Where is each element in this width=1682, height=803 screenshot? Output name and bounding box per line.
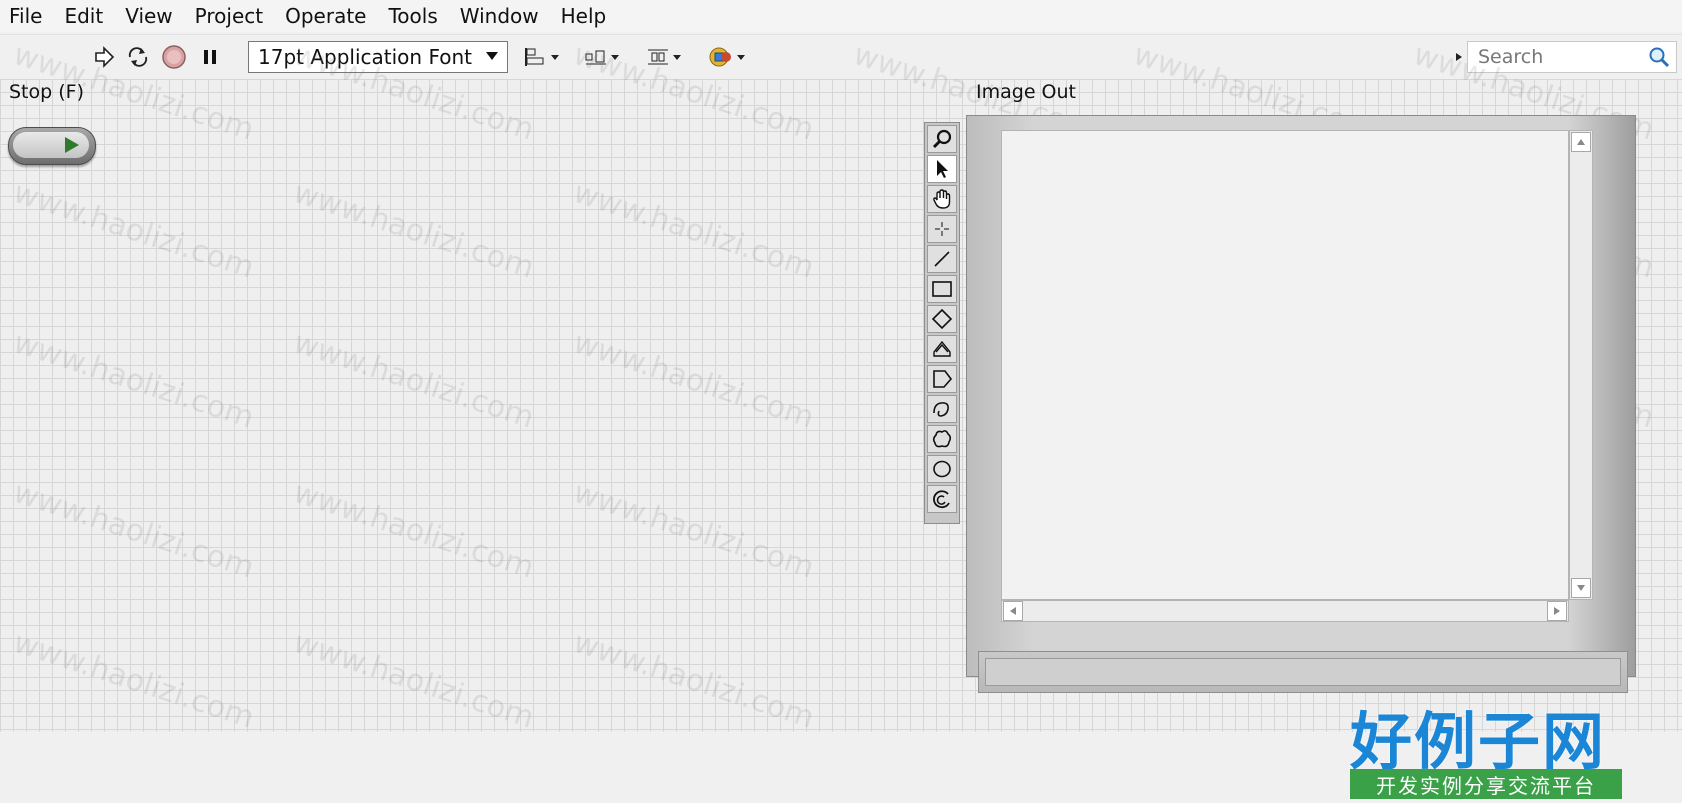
menu-window[interactable]: Window	[449, 0, 550, 32]
watermark-text: www.haolizi.com	[9, 325, 259, 436]
search-field[interactable]	[1467, 41, 1677, 73]
watermark-text: www.haolizi.com	[289, 475, 539, 586]
watermark-text: www.haolizi.com	[289, 325, 539, 436]
watermark-brand: 好例子网	[1350, 705, 1607, 778]
vertical-scrollbar[interactable]	[1569, 130, 1593, 600]
scroll-right-icon[interactable]	[1547, 601, 1567, 621]
scroll-up-icon[interactable]	[1571, 132, 1591, 152]
chevron-down-icon	[486, 52, 498, 60]
menu-tools[interactable]: Tools	[377, 0, 448, 32]
abort-execution-icon[interactable]	[160, 43, 188, 71]
image-tools-palette	[924, 122, 960, 524]
run-continuously-icon[interactable]	[124, 43, 152, 71]
watermark-text: www.haolizi.com	[569, 475, 819, 586]
distribute-objects-icon[interactable]	[582, 43, 626, 71]
line-icon[interactable]	[927, 245, 957, 273]
stop-label: Stop (F)	[9, 81, 84, 103]
front-panel-canvas: www.haolizi.com www.haolizi.com www.haol…	[0, 37, 1682, 799]
freehand-line-icon[interactable]	[927, 395, 957, 423]
freehand-region-icon[interactable]	[927, 425, 957, 453]
watermark-text: www.haolizi.com	[289, 175, 539, 286]
run-arrow-icon[interactable]	[90, 43, 118, 71]
pan-hand-icon[interactable]	[927, 185, 957, 213]
font-select[interactable]: 17pt Application Font	[248, 41, 508, 73]
oval-icon[interactable]	[927, 455, 957, 483]
watermark-text: www.haolizi.com	[569, 325, 819, 436]
watermark-slogan: 开发实例分享交流平台	[1350, 769, 1622, 799]
stop-button[interactable]	[8, 127, 96, 165]
image-display	[966, 115, 1636, 677]
image-info-bar	[978, 651, 1628, 693]
scroll-left-icon[interactable]	[1003, 601, 1023, 621]
menu-view[interactable]: View	[114, 0, 183, 32]
horizontal-scrollbar[interactable]	[1001, 600, 1569, 622]
image-display-area[interactable]	[1001, 130, 1569, 600]
watermark-text: www.haolizi.com	[569, 175, 819, 286]
rotated-rectangle-icon[interactable]	[927, 305, 957, 333]
search-input[interactable]	[1476, 42, 1650, 72]
menu-file[interactable]: File	[0, 0, 53, 32]
font-select-value: 17pt Application Font	[258, 45, 472, 69]
align-objects-icon[interactable]	[522, 43, 566, 71]
search-icon[interactable]	[1648, 46, 1670, 73]
image-out-label: Image Out	[976, 81, 1076, 103]
rectangle-icon[interactable]	[927, 275, 957, 303]
zoom-icon[interactable]	[927, 125, 957, 153]
menu-help[interactable]: Help	[550, 0, 618, 32]
reorder-icon[interactable]	[706, 43, 752, 71]
scroll-down-icon[interactable]	[1571, 578, 1591, 598]
watermark-logo: 好例子网 开发实例分享交流平台	[1346, 691, 1626, 803]
menu-edit[interactable]: Edit	[53, 0, 114, 32]
pointer-icon[interactable]	[927, 155, 957, 183]
polygon-icon[interactable]	[927, 365, 957, 393]
annulus-arc-icon[interactable]	[927, 485, 957, 513]
crosshair-point-icon[interactable]	[927, 215, 957, 243]
menu-bar: File Edit View Project Operate Tools Win…	[0, 0, 1682, 32]
search-collapse-icon[interactable]	[1452, 43, 1466, 71]
watermark-text: www.haolizi.com	[289, 625, 539, 736]
menu-project[interactable]: Project	[184, 0, 274, 32]
play-arrow-icon	[65, 137, 79, 153]
resize-objects-icon[interactable]	[644, 43, 688, 71]
pause-icon[interactable]	[196, 43, 224, 71]
watermark-text: www.haolizi.com	[9, 625, 259, 736]
toolbar: 17pt Application Font	[0, 34, 1682, 80]
watermark-text: www.haolizi.com	[9, 475, 259, 586]
watermark-text: www.haolizi.com	[9, 175, 259, 286]
menu-operate[interactable]: Operate	[274, 0, 377, 32]
watermark-text: www.haolizi.com	[569, 625, 819, 736]
annulus-icon[interactable]	[927, 335, 957, 363]
